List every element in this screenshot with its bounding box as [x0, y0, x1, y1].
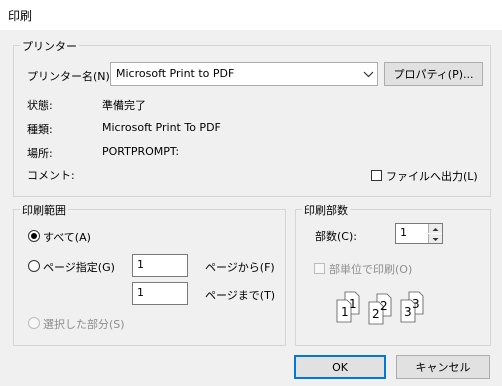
- cancel-button[interactable]: キャンセル: [396, 355, 490, 379]
- range-pages-radio[interactable]: [28, 260, 40, 272]
- range-all-label[interactable]: すべて(A): [43, 229, 91, 245]
- range-all-radio[interactable]: [28, 230, 40, 242]
- collate-page-label: 1: [349, 297, 357, 311]
- ok-button[interactable]: OK: [294, 355, 386, 379]
- copies-count-label: 部数(C):: [315, 230, 357, 243]
- spin-up-button[interactable]: [428, 224, 442, 233]
- printer-name-select[interactable]: Microsoft Print to PDF: [110, 62, 378, 86]
- collate-checkbox[interactable]: [314, 263, 325, 274]
- radio-selected-dot: [31, 233, 37, 239]
- status-label: 状態:: [27, 99, 53, 112]
- window-title: 印刷: [8, 9, 33, 23]
- spin-down-button[interactable]: [428, 234, 442, 243]
- collate-page-label: 2: [372, 307, 380, 321]
- collate-illustration-icon: 1 1 2 2 3 3: [335, 290, 435, 326]
- printer-group-label: プリンター: [20, 38, 79, 54]
- ok-button-label: OK: [332, 360, 348, 374]
- collate-label[interactable]: 部単位で印刷(O): [329, 261, 412, 277]
- type-value: Microsoft Print To PDF: [102, 121, 221, 134]
- print-range-group-label: 印刷範囲: [20, 202, 68, 218]
- copies-count-spinner[interactable]: 1: [395, 223, 443, 244]
- type-label: 種類:: [27, 123, 53, 136]
- arrow-down-icon: [432, 238, 439, 241]
- page-to-value: 1: [137, 286, 144, 299]
- page-to-input[interactable]: 1: [132, 282, 188, 305]
- comment-label: コメント:: [27, 169, 75, 182]
- location-label: 場所:: [27, 147, 53, 160]
- location-value: PORTPROMPT:: [102, 145, 180, 158]
- cancel-button-label: キャンセル: [415, 361, 471, 374]
- collate-page-label: 2: [380, 299, 388, 313]
- printer-name-label: プリンター名(N):: [27, 70, 114, 83]
- page-from-label: ページから(F): [205, 261, 275, 274]
- properties-button-label: プロパティ(P)...: [393, 68, 474, 81]
- status-value: 準備完了: [102, 99, 146, 112]
- range-selection-label[interactable]: 選択した部分(S): [43, 316, 125, 332]
- range-pages-label[interactable]: ページ指定(G): [43, 259, 115, 275]
- collate-page-label: 1: [341, 305, 349, 319]
- page-to-label: ページまで(T): [205, 289, 276, 302]
- copies-count-value: 1: [400, 226, 407, 239]
- collate-page-label: 3: [412, 297, 420, 311]
- arrow-up-icon: [432, 228, 439, 231]
- printer-name-value: Microsoft Print to PDF: [116, 67, 235, 80]
- copies-group-label: 印刷部数: [302, 202, 350, 218]
- title-bar: 印刷: [0, 0, 502, 30]
- range-selection-radio[interactable]: [28, 317, 40, 329]
- chevron-down-icon: [360, 63, 377, 85]
- page-from-input[interactable]: 1: [132, 254, 188, 277]
- collate-page-label: 3: [404, 305, 412, 319]
- page-from-value: 1: [137, 258, 144, 271]
- properties-button[interactable]: プロパティ(P)...: [384, 62, 483, 86]
- print-to-file-label[interactable]: ファイルへ出力(L): [386, 168, 478, 184]
- print-to-file-checkbox[interactable]: [371, 170, 382, 181]
